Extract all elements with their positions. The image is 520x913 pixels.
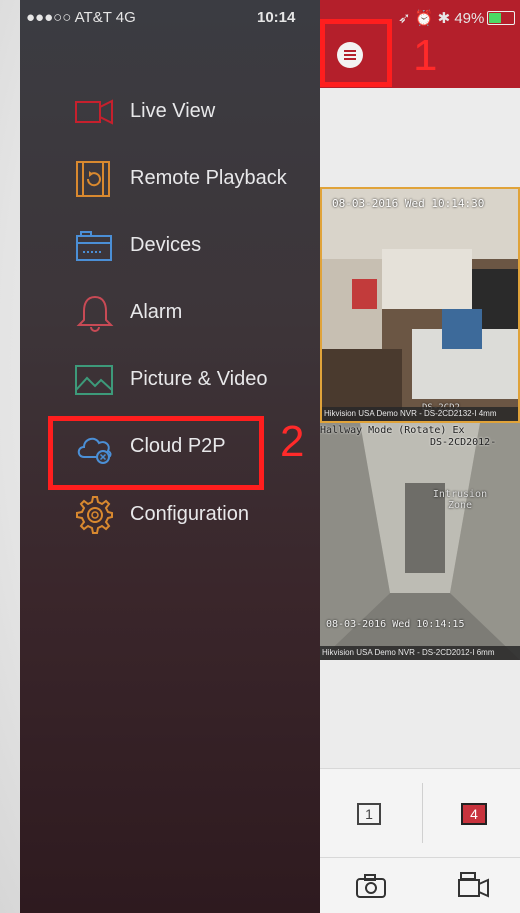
camera-1-label: Hikvision USA Demo NVR - DS-2CD2132-I 4m… [322, 407, 518, 421]
menu-label-remote-playback: Remote Playback [130, 167, 287, 189]
menu-item-live-view[interactable]: Live View [75, 86, 320, 138]
carrier-signal: ●●●○○ AT&T 4G [26, 9, 136, 26]
step-number-2: 2 [280, 417, 305, 466]
menu-label-configuration: Configuration [130, 503, 249, 525]
menu-item-remote-playback[interactable]: Remote Playback [75, 153, 320, 205]
menu-label-devices: Devices [130, 234, 202, 256]
layout-toolbar: 1 4 [320, 768, 520, 857]
menu-item-alarm[interactable]: Alarm [75, 287, 320, 339]
camera-2-timestamp: 08-03-2016 Wed 10:14:15 [326, 619, 465, 630]
menu-item-picture-video[interactable]: Picture & Video [75, 354, 320, 406]
devices-icon [76, 231, 112, 261]
layout-divider [422, 783, 423, 843]
highlight-cloud-p2p [48, 416, 264, 490]
menu-item-devices[interactable]: Devices [75, 220, 320, 272]
camera-2-mode: Hallway Mode (Rotate) Ex [320, 425, 465, 436]
alarm-icon [76, 295, 114, 332]
status-bar: ●●●○○ AT&T 4G 10:14 ➶ ⏰ ✱ 49% [20, 0, 520, 36]
snapshot-icon[interactable] [356, 874, 386, 898]
camera-1-timestamp: 08-03-2016 Wed 10:14:30 [332, 197, 485, 210]
remote-playback-icon [76, 161, 110, 197]
clock: 10:14 [257, 9, 296, 26]
camera-2-model: DS-2CD2012- [430, 437, 497, 448]
camera-1-feed [322, 189, 518, 421]
menu-label-alarm: Alarm [130, 301, 183, 323]
single-view-button[interactable]: 1 [357, 803, 381, 825]
battery-fill [489, 13, 501, 23]
action-toolbar [320, 857, 520, 913]
battery-icon [487, 11, 515, 25]
highlight-menu-button [320, 19, 392, 87]
configuration-icon [76, 496, 113, 534]
live-view-icon [75, 99, 113, 125]
step-number-1: 1 [413, 31, 438, 80]
menu-item-configuration[interactable]: Configuration [75, 489, 320, 541]
picture-video-icon [75, 365, 113, 395]
camera-tile-2[interactable]: Hallway Mode (Rotate) Ex DS-2CD2012- Int… [320, 423, 520, 660]
quad-view-button[interactable]: 4 [461, 803, 487, 825]
camera-2-label: Hikvision USA Demo NVR - DS-2CD2012-I 6m… [320, 646, 520, 660]
status-indicators: ➶ ⏰ ✱ 49% [398, 10, 485, 27]
record-icon[interactable] [458, 872, 490, 898]
menu-label-picture-video: Picture & Video [130, 368, 268, 390]
camera-2-zone: Intrusion Zone [432, 489, 488, 511]
phone-screen: 08-03-2016 Wed 10:14:30 DS-2CD2 Hikvisio… [20, 0, 520, 913]
camera-tile-1[interactable]: 08-03-2016 Wed 10:14:30 DS-2CD2 Hikvisio… [320, 187, 520, 423]
menu-label-live-view: Live View [130, 100, 216, 122]
